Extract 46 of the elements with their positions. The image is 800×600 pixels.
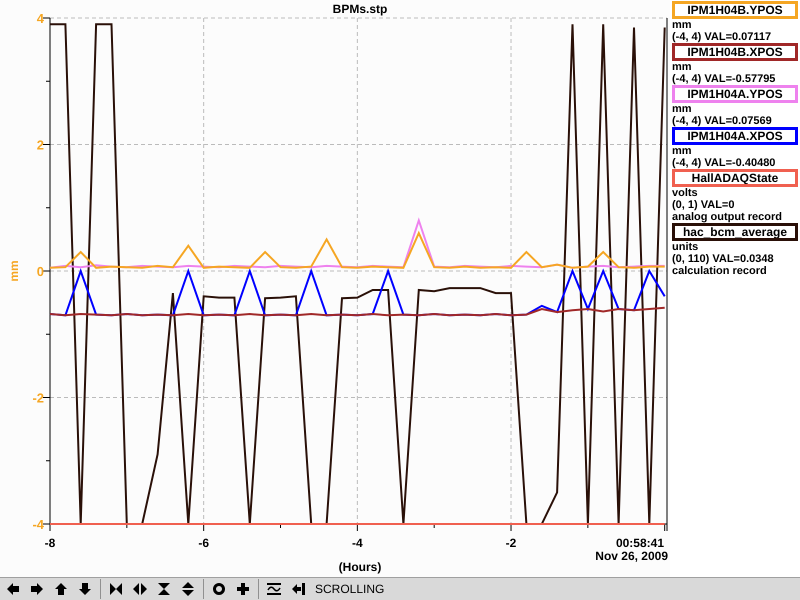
record-type: calculation record (671, 265, 768, 277)
arrow-to-bar-icon (291, 582, 305, 596)
tick-label: -4 (32, 517, 44, 532)
legend-label[interactable]: IPM1H04A.XPOS (672, 127, 798, 145)
tick-label: 4 (36, 11, 44, 26)
range-value: (-4, 4) VAL=0.07569 (671, 115, 773, 127)
plus-icon (236, 582, 250, 596)
legend-label[interactable]: HallADAQState (672, 169, 798, 187)
record-type: analog output record (671, 211, 783, 223)
range-value: (0, 1) VAL=0 (671, 199, 736, 211)
time-label: 00:58:41 (616, 536, 664, 550)
down-arrow-icon (78, 582, 92, 596)
zoom-out-horizontal-icon (133, 582, 147, 596)
tick-label: 0 (36, 264, 44, 279)
zoom-in-vertical-icon (157, 582, 171, 596)
tick-label: -8 (44, 536, 56, 550)
units-label: mm (671, 103, 693, 115)
axis-label: (Hours) (338, 560, 382, 574)
tick-label: -2 (506, 536, 516, 550)
legend-label[interactable]: IPM1H04B.YPOS (672, 1, 798, 19)
wave-line-icon (267, 582, 281, 596)
units-label: volts (671, 187, 699, 199)
range-value: (-4, 4) VAL=-0.40480 (671, 157, 776, 169)
units-label: mm (671, 145, 693, 157)
zoom-in-horizontal-icon (109, 582, 123, 596)
chart-title: BPMs.stp (332, 2, 388, 16)
date-label: Nov 26, 2009 (595, 549, 668, 563)
up-arrow-icon (54, 582, 68, 596)
range-value: (0, 110) VAL=0.0348 (671, 253, 775, 265)
axis-label: mm (7, 260, 21, 282)
legend-label[interactable]: IPM1H04B.XPOS (672, 43, 798, 61)
right-arrow-icon (30, 582, 44, 596)
tick-label: 2 (36, 138, 44, 152)
tick-label: -4 (352, 536, 363, 550)
units-label: mm (671, 19, 693, 31)
units-label: units (671, 241, 700, 253)
tick-label: -2 (32, 390, 44, 406)
legend-label[interactable]: IPM1H04A.YPOS (672, 85, 798, 103)
mode-label: SCROLLING (315, 581, 384, 598)
range-value: (-4, 4) VAL=0.07117 (671, 31, 772, 43)
tick-label: -6 (198, 536, 209, 550)
units-label: mm (671, 61, 693, 73)
range-value: (-4, 4) VAL=-0.57795 (671, 73, 776, 85)
zoom-out-vertical-icon (181, 582, 195, 596)
ring-icon (212, 582, 226, 596)
left-arrow-icon (6, 582, 20, 596)
